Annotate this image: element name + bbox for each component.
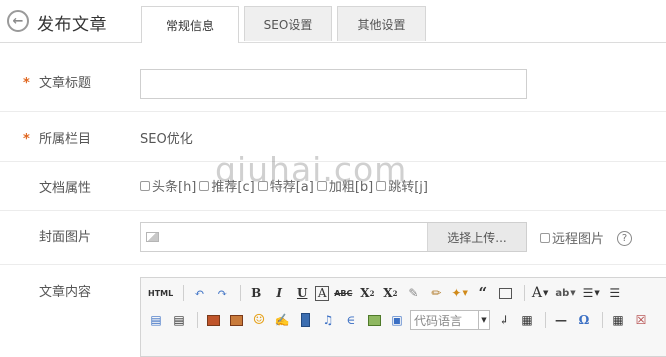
emoji-icon[interactable]: ☺: [249, 310, 269, 330]
checkbox-box[interactable]: [316, 180, 327, 191]
remote-image-label: 远程图片: [552, 232, 605, 247]
html-source-button[interactable]: HTML: [146, 283, 175, 303]
multi-image-icon[interactable]: [226, 310, 246, 330]
attachment-icon[interactable]: ∈: [341, 310, 361, 330]
title-input[interactable]: [140, 69, 527, 99]
redo-icon[interactable]: ↷: [212, 283, 232, 303]
checkbox-box[interactable]: [540, 232, 550, 243]
image-placeholder-icon: [146, 232, 159, 242]
format-brush-icon[interactable]: ✏: [426, 283, 446, 303]
checkbox-label: 跳转[j]: [388, 180, 428, 195]
tab-other[interactable]: 其他设置: [337, 6, 426, 41]
superscript-button[interactable]: X2: [357, 283, 377, 303]
insert-image-icon[interactable]: [203, 310, 223, 330]
checkbox-label: 推荐[c]: [211, 180, 255, 195]
checkbox-label: 头条[h]: [152, 180, 197, 195]
back-arrow-icon[interactable]: ←: [7, 10, 29, 32]
scrawl-icon[interactable]: ✍: [272, 310, 292, 330]
editor-toolbar-row-1: HTML ↶ ↷ B I U A ABC X2 X2 ✎ ✏ ✦ ▼ “ A ▼ a…: [146, 281, 628, 305]
font-color-button[interactable]: A ▼: [530, 283, 551, 303]
title-label: * 文章标题: [23, 72, 91, 91]
insert-frame-icon[interactable]: ▦: [517, 310, 537, 330]
attributes-label: 文档属性: [23, 177, 91, 196]
checkbox-box[interactable]: [199, 180, 210, 191]
insert-code-icon[interactable]: ▣: [387, 310, 407, 330]
strikethrough-button[interactable]: ABC: [332, 283, 354, 303]
ordered-list-icon[interactable]: ☰ ▼: [581, 283, 602, 303]
undo-icon[interactable]: ↶: [189, 283, 209, 303]
video-icon[interactable]: [295, 310, 315, 330]
checkbox-headline[interactable]: 头条[h]: [140, 176, 196, 195]
bold-button[interactable]: B: [246, 283, 266, 303]
checkbox-bold[interactable]: 加粗[b]: [316, 176, 374, 195]
content-label-text: 文章内容: [39, 285, 92, 300]
blockquote-icon[interactable]: “: [473, 283, 493, 303]
highlight-button[interactable]: ab ▼: [553, 283, 577, 303]
horizontal-rule-icon[interactable]: —: [551, 310, 571, 330]
align-justify-icon[interactable]: ▤: [169, 310, 189, 330]
code-language-text: 代码语言: [414, 313, 463, 328]
page-title: 发布文章: [37, 15, 107, 35]
title-label-text: 文章标题: [39, 76, 92, 91]
map-icon[interactable]: [364, 310, 384, 330]
magic-wand-icon[interactable]: ✦ ▼: [449, 283, 469, 303]
paste-plain-icon[interactable]: [496, 283, 516, 303]
italic-button[interactable]: I: [269, 283, 289, 303]
checkbox-label: 加粗[b]: [328, 180, 374, 195]
editor-toolbar-row-2: ▤ ▤ ☺ ✍ ♫ ∈ ▣ 代码语言 ▼ ↲ ▦ — Ω ▦ ☒: [146, 308, 654, 332]
unordered-list-icon[interactable]: ☰: [605, 283, 625, 303]
rich-text-editor: HTML ↶ ↷ B I U A ABC X2 X2 ✎ ✏ ✦ ▼ “ A ▼ a…: [140, 277, 666, 357]
tab-seo[interactable]: SEO设置: [244, 6, 332, 41]
checkbox-box[interactable]: [376, 180, 387, 191]
tab-bar: 常规信息 SEO设置 其他设置: [141, 6, 431, 43]
line-break-icon[interactable]: ↲: [494, 310, 514, 330]
chevron-down-icon: ▼: [478, 311, 489, 329]
column-label: * 所属栏目: [23, 128, 91, 147]
delete-table-icon[interactable]: ☒: [631, 310, 651, 330]
checkbox-box[interactable]: [140, 180, 150, 191]
page-header: ← 发布文章 常规信息 SEO设置 其他设置: [0, 0, 666, 43]
attributes-label-text: 文档属性: [39, 181, 92, 196]
tab-general[interactable]: 常规信息: [141, 6, 239, 43]
align-left-icon[interactable]: ▤: [146, 310, 166, 330]
attribute-checkboxes: 头条[h] 推荐[c] 特荐[a] 加粗[b] 跳转[j]: [140, 176, 431, 195]
checkbox-label: 特荐[a]: [269, 180, 314, 195]
column-label-text: 所属栏目: [39, 132, 92, 147]
code-language-select[interactable]: 代码语言 ▼: [410, 310, 490, 330]
upload-button[interactable]: 选择上传...: [427, 223, 526, 251]
required-star: *: [23, 76, 30, 91]
eraser-icon[interactable]: ✎: [403, 283, 423, 303]
special-char-icon[interactable]: Ω: [574, 310, 594, 330]
font-border-button[interactable]: A: [315, 285, 330, 301]
underline-button[interactable]: U: [292, 283, 312, 303]
checkbox-special[interactable]: 特荐[a]: [257, 176, 314, 195]
cover-label-text: 封面图片: [39, 230, 92, 245]
cover-label: 封面图片: [23, 226, 91, 245]
column-value: SEO优化: [140, 132, 193, 147]
cover-image-field[interactable]: 选择上传...: [140, 222, 527, 252]
checkbox-box[interactable]: [257, 180, 268, 191]
subscript-button[interactable]: X2: [380, 283, 400, 303]
music-icon[interactable]: ♫: [318, 310, 338, 330]
required-star: *: [23, 132, 30, 147]
insert-table-icon[interactable]: ▦: [608, 310, 628, 330]
checkbox-recommend[interactable]: 推荐[c]: [199, 176, 255, 195]
column-row: * 所属栏目: [0, 111, 666, 162]
remote-image-checkbox[interactable]: 远程图片: [540, 228, 604, 247]
checkbox-redirect[interactable]: 跳转[j]: [376, 176, 428, 195]
content-label: 文章内容: [23, 281, 91, 300]
help-icon[interactable]: ?: [617, 231, 632, 246]
